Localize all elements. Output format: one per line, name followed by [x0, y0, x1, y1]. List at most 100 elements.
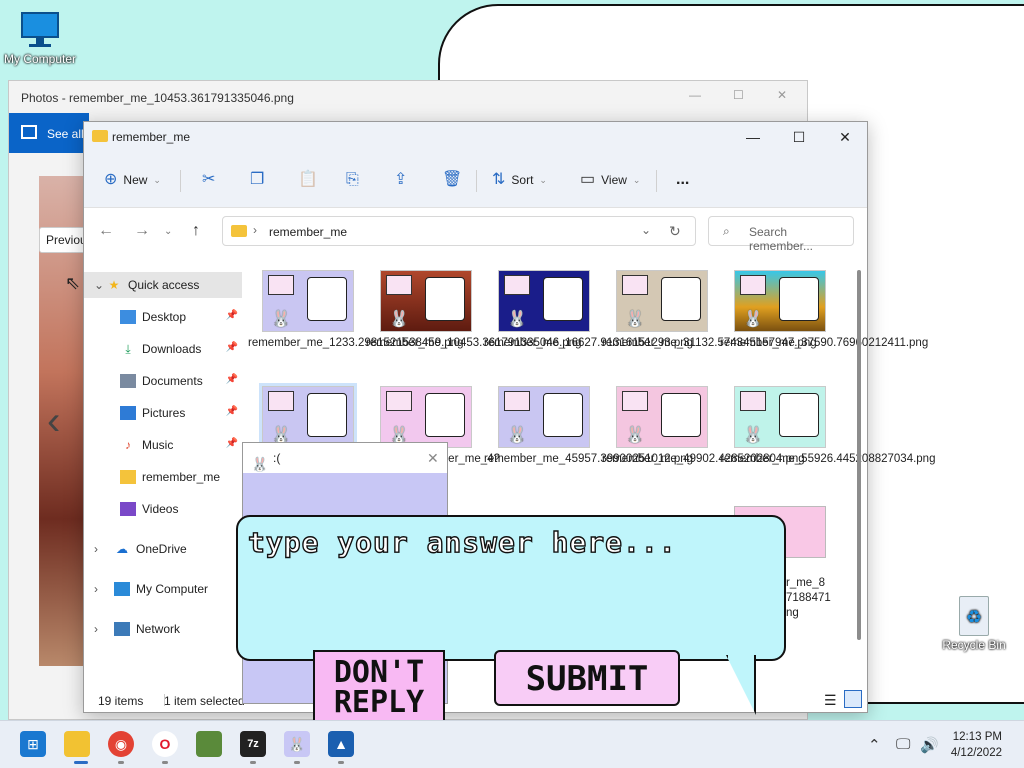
- start-button[interactable]: ⊞: [20, 731, 46, 757]
- nav-item-documents[interactable]: Documents 📌: [84, 368, 242, 394]
- submit-button[interactable]: SUBMIT: [494, 650, 680, 706]
- photos-title: Photos - remember_me_10453.361791335046.…: [21, 91, 294, 105]
- opera-icon[interactable]: O: [152, 731, 178, 757]
- forward-arrow-icon[interactable]: →: [134, 222, 150, 240]
- monitor-icon: [19, 10, 61, 50]
- new-button[interactable]: ⊕ New ⌄: [104, 168, 161, 192]
- file-item[interactable]: 🐰 remember_me_16627.91316151293.png: [484, 270, 693, 351]
- up-arrow-icon[interactable]: ↑: [192, 222, 200, 240]
- bunny-icon: 🐰: [251, 456, 269, 472]
- nav-item-remember-me[interactable]: remember_me: [84, 464, 242, 490]
- file-item[interactable]: 🐰 remember_me_55926.445208827034.png: [720, 386, 935, 467]
- dont-reply-button[interactable]: DON'T REPLY: [313, 650, 445, 730]
- minimize-icon[interactable]: —: [689, 89, 701, 101]
- music-icon: ♪: [125, 438, 131, 452]
- nav-label: Music: [142, 438, 174, 452]
- desktop-icon-recycle-bin[interactable]: ♻ Recycle Bin: [934, 596, 1014, 652]
- vertical-scrollbar[interactable]: [857, 270, 861, 640]
- navigation-pane: ⌄ ★ Quick access Desktop 📌 ⤓ Downloads 📌…: [84, 262, 244, 682]
- video-icon: [120, 502, 136, 516]
- network-status-icon[interactable]: 🖵: [896, 736, 910, 753]
- search-placeholder: Search remember...: [749, 225, 814, 253]
- file-explorer-taskbar-icon[interactable]: [64, 731, 90, 757]
- minimize-button[interactable]: —: [738, 126, 768, 148]
- search-icon: ⌕: [723, 224, 730, 238]
- file-item[interactable]: 🐰 remember_me_45957.39900251012.png: [484, 386, 693, 467]
- nav-item-videos[interactable]: Videos: [84, 496, 242, 522]
- chevron-up-icon[interactable]: ⌃: [868, 736, 881, 754]
- star-icon: ★: [108, 278, 120, 292]
- file-item[interactable]: 🐰 remember_me_1233.2981521538459.png: [248, 270, 463, 351]
- thumbnail-view-icon[interactable]: [844, 690, 862, 708]
- nav-item-music[interactable]: ♪ Music 📌: [84, 432, 242, 458]
- share-icon: ⇪: [394, 171, 408, 188]
- refresh-icon[interactable]: ↻: [669, 223, 681, 240]
- nav-item-my-computer[interactable]: › My Computer: [84, 576, 242, 602]
- chevron-down-icon: ⌄: [94, 278, 105, 292]
- copy-icon: ❐: [250, 171, 265, 188]
- nav-item-desktop[interactable]: Desktop 📌: [84, 304, 242, 330]
- file-item[interactable]: 🐰 remember_me_37590.76960212411.png: [720, 270, 928, 351]
- file-thumbnail: 🐰: [616, 386, 708, 448]
- rename-button[interactable]: ⎘: [346, 168, 359, 192]
- dialog-title: :(: [273, 451, 281, 465]
- share-button[interactable]: ⇪: [394, 168, 407, 192]
- chevron-left-icon[interactable]: ‹: [47, 399, 60, 444]
- details-view-icon[interactable]: ☰: [824, 692, 837, 709]
- more-options-button[interactable]: ...: [676, 168, 689, 192]
- back-arrow-icon[interactable]: ←: [98, 222, 114, 240]
- close-icon[interactable]: ✕: [777, 89, 789, 101]
- nav-label: Network: [136, 622, 181, 636]
- chevron-right-icon: ›: [94, 582, 98, 596]
- close-icon[interactable]: ✕: [427, 443, 439, 473]
- nav-label: Documents: [142, 374, 203, 388]
- folder-icon: [231, 225, 247, 237]
- nav-label: Desktop: [142, 310, 187, 324]
- file-item[interactable]: 🐰 remember_me_31132.574345157947.png: [602, 270, 817, 351]
- maximize-button[interactable]: ☐: [784, 126, 814, 148]
- nav-item-onedrive[interactable]: › ☁ OneDrive: [84, 536, 242, 562]
- search-box[interactable]: ⌕ Search remember...: [708, 216, 854, 253]
- nav-item-quick-access[interactable]: ⌄ ★ Quick access: [84, 272, 242, 298]
- file-thumbnail: 🐰: [259, 383, 357, 451]
- photos-app-icon[interactable]: ▲: [328, 731, 354, 757]
- view-label: View: [601, 173, 627, 187]
- nav-label: Downloads: [142, 342, 202, 356]
- desktop-icon-my-computer[interactable]: My Computer: [0, 10, 80, 66]
- nav-item-network[interactable]: › Network: [84, 616, 242, 642]
- chevron-down-icon[interactable]: ⌄: [641, 223, 651, 237]
- view-button[interactable]: ▭ View ⌄: [580, 168, 640, 192]
- paste-button[interactable]: 📋: [298, 168, 318, 192]
- nav-item-pictures[interactable]: Pictures 📌: [84, 400, 242, 426]
- nav-item-downloads[interactable]: ⤓ Downloads 📌: [84, 336, 242, 362]
- close-button[interactable]: ✕: [830, 126, 860, 148]
- volume-icon[interactable]: 🔊: [920, 736, 939, 754]
- bunny-app-icon[interactable]: 🐰: [284, 731, 310, 757]
- answer-input[interactable]: type your answer here...: [247, 525, 677, 559]
- see-all-button[interactable]: See all: [9, 113, 89, 153]
- file-item[interactable]: 🐰 remember_me_10453.361791335046.png: [366, 270, 581, 351]
- cloud-icon: ☁: [116, 542, 128, 556]
- maximize-icon[interactable]: ☐: [733, 89, 745, 101]
- file-thumbnail: 🐰: [380, 386, 472, 448]
- sort-button[interactable]: ⇅ Sort ⌄: [492, 168, 547, 192]
- clock-time: 12:13 PM: [952, 731, 1002, 743]
- item-count: 19 items: [98, 694, 144, 708]
- 7zip-icon[interactable]: 7z: [240, 731, 266, 757]
- chevron-down-icon: ⌄: [153, 175, 161, 185]
- delete-button[interactable]: 🗑: [442, 168, 462, 192]
- sort-label: Sort: [511, 173, 534, 187]
- rename-icon: ⎘: [346, 171, 359, 188]
- clock-date: 4/12/2022: [950, 747, 1002, 759]
- system-clock[interactable]: 12:13 PM 4/12/2022: [951, 729, 1002, 761]
- minecraft-icon[interactable]: [196, 731, 222, 757]
- file-item[interactable]: 🐰 remember_me_49902.4285202804.png: [602, 386, 805, 467]
- copy-button[interactable]: ❐: [250, 168, 264, 192]
- recent-locations-icon[interactable]: ⌄: [164, 226, 172, 237]
- breadcrumb-chevron-icon: ›: [253, 223, 257, 237]
- address-bar[interactable]: › remember_me ⌄ ↻: [222, 216, 696, 246]
- file-thumbnail: 🐰: [734, 270, 826, 332]
- cut-button[interactable]: ✂: [202, 168, 215, 192]
- chrome-icon[interactable]: ◉: [108, 731, 134, 757]
- recycle-bin-icon: ♻: [959, 596, 989, 636]
